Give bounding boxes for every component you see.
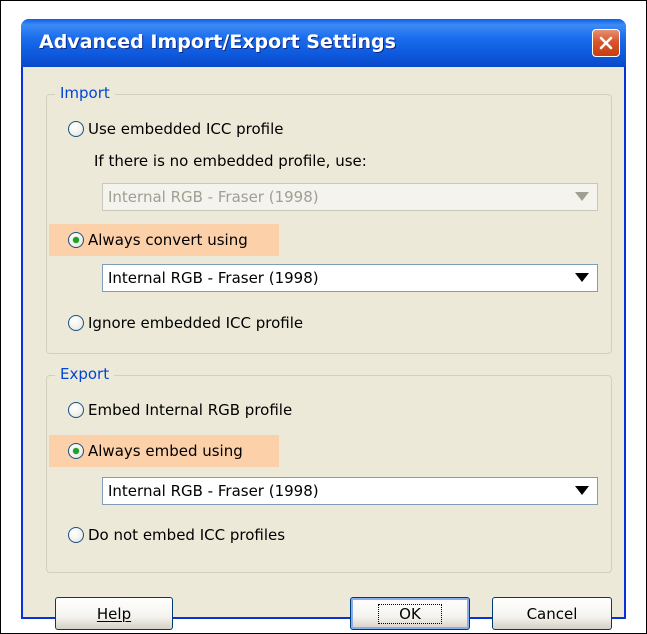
- chevron-down-icon: [575, 273, 589, 282]
- convert-profile-value: Internal RGB - Fraser (1998): [108, 269, 319, 287]
- ok-button-label: OK: [378, 603, 442, 624]
- embed-internal-label: Embed Internal RGB profile: [88, 401, 293, 419]
- close-icon: [599, 36, 613, 50]
- always-embed-option[interactable]: Always embed using: [49, 435, 279, 467]
- cancel-button[interactable]: Cancel: [492, 597, 612, 630]
- always-convert-label: Always convert using: [88, 231, 248, 249]
- embed-profile-select[interactable]: Internal RGB - Fraser (1998): [102, 477, 598, 505]
- help-button[interactable]: Help: [55, 597, 173, 630]
- always-embed-label: Always embed using: [88, 442, 243, 460]
- close-button[interactable]: [592, 29, 620, 57]
- advanced-import-export-dialog: Advanced Import/Export Settings Import U…: [21, 19, 626, 630]
- import-legend: Import: [55, 84, 115, 102]
- no-profile-hint: If there is no embedded profile, use:: [94, 152, 367, 170]
- always-convert-option[interactable]: Always convert using: [49, 224, 279, 256]
- cancel-button-label: Cancel: [526, 604, 578, 623]
- chevron-down-icon: [575, 486, 589, 495]
- embed-internal-radio[interactable]: [68, 402, 84, 418]
- ignore-embedded-label: Ignore embedded ICC profile: [88, 314, 304, 332]
- fallback-profile-select: Internal RGB - Fraser (1998): [102, 183, 598, 211]
- ok-button[interactable]: OK: [350, 597, 470, 630]
- always-convert-radio[interactable]: [68, 232, 84, 248]
- always-embed-radio[interactable]: [68, 443, 84, 459]
- export-group: Export Embed Internal RGB profile Always…: [46, 365, 612, 573]
- convert-profile-select[interactable]: Internal RGB - Fraser (1998): [102, 264, 598, 292]
- chevron-down-icon: [575, 192, 589, 201]
- export-legend: Export: [55, 365, 115, 383]
- dialog-title: Advanced Import/Export Settings: [39, 31, 396, 53]
- embed-profile-value: Internal RGB - Fraser (1998): [108, 482, 319, 500]
- use-embedded-option[interactable]: Use embedded ICC profile: [68, 116, 283, 142]
- ignore-embedded-option[interactable]: Ignore embedded ICC profile: [68, 310, 303, 336]
- ignore-embedded-radio[interactable]: [68, 315, 84, 331]
- use-embedded-label: Use embedded ICC profile: [88, 120, 284, 138]
- import-group: Import Use embedded ICC profile If there…: [46, 84, 612, 354]
- do-not-embed-option[interactable]: Do not embed ICC profiles: [68, 522, 285, 548]
- title-bar[interactable]: Advanced Import/Export Settings: [21, 19, 626, 67]
- help-button-label: Help: [96, 604, 132, 623]
- fallback-profile-value: Internal RGB - Fraser (1998): [108, 188, 319, 206]
- do-not-embed-label: Do not embed ICC profiles: [88, 526, 286, 544]
- embed-internal-option[interactable]: Embed Internal RGB profile: [68, 397, 292, 423]
- do-not-embed-radio[interactable]: [68, 527, 84, 543]
- use-embedded-radio[interactable]: [68, 121, 84, 137]
